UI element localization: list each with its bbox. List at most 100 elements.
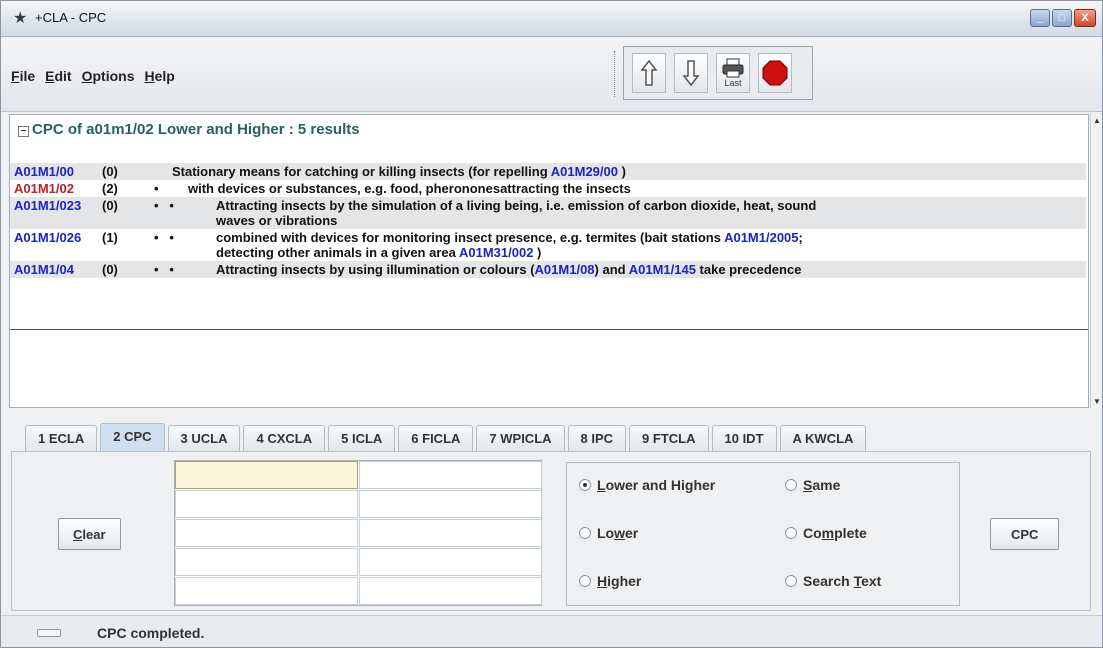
collapse-icon[interactable]: − xyxy=(18,126,29,137)
code-input-field[interactable] xyxy=(175,519,358,547)
description-text: detecting other animals in a given area xyxy=(216,245,459,260)
description-text: combined with devices for monitoring ins… xyxy=(216,230,725,245)
result-row: A01M1/02 (2) • with devices or substances, … xyxy=(10,180,1086,197)
tab-4-cxcla[interactable]: 4 CXCLA xyxy=(243,425,326,451)
result-count: (0) xyxy=(102,262,118,277)
description-text: ) xyxy=(617,164,626,179)
tab-2-cpc[interactable]: 2 CPC xyxy=(100,423,165,451)
window-title: +CLA - CPC xyxy=(35,10,107,25)
scroll-up-icon[interactable]: ▲ xyxy=(1093,116,1101,125)
reference-link[interactable]: A01M1/08 xyxy=(535,262,595,277)
code-input-field[interactable] xyxy=(175,490,358,518)
clear-button[interactable]: Clear xyxy=(58,518,121,550)
description-text: ) and xyxy=(594,262,629,277)
option-mnemonic: w xyxy=(614,525,625,541)
code-input-field[interactable] xyxy=(359,461,542,489)
indent-dots: • xyxy=(154,181,159,196)
close-button[interactable]: X xyxy=(1074,9,1096,27)
tab-8-ipc[interactable]: 8 IPC xyxy=(567,425,627,451)
reference-link[interactable]: A01M29/00 xyxy=(551,164,618,179)
tab-a-kwcla[interactable]: A KWCLA xyxy=(779,425,867,451)
code-input-grid xyxy=(174,460,542,606)
down-button[interactable] xyxy=(674,53,708,93)
stop-button[interactable] xyxy=(758,53,792,93)
search-options: Lower and Higher Same Lower Complete Higher S… xyxy=(566,462,960,606)
description-line: detecting other animals in a given area … xyxy=(216,245,1086,260)
option-radio[interactable]: Complete xyxy=(785,525,867,541)
option-label-text: ext xyxy=(861,573,882,589)
code-input-field[interactable] xyxy=(359,519,542,547)
indent-dots: • • xyxy=(154,262,174,277)
radio-button[interactable] xyxy=(579,575,591,587)
option-label-text: plete xyxy=(834,525,867,541)
reference-link[interactable]: A01M1/145 xyxy=(629,262,696,277)
option-radio[interactable]: Same xyxy=(785,477,840,493)
results-scrollbar[interactable]: ▲ ▼ xyxy=(1090,114,1102,408)
cpc-button[interactable]: CPC xyxy=(990,518,1060,550)
menu-options-label: ptions xyxy=(92,68,135,84)
option-mnemonic: T xyxy=(853,573,862,589)
menu-help[interactable]: Help xyxy=(144,68,174,84)
option-radio[interactable]: Search Text xyxy=(785,573,881,589)
clear-label: lear xyxy=(82,526,106,542)
menu-edit[interactable]: Edit xyxy=(45,68,71,84)
tab-10-idt[interactable]: 10 IDT xyxy=(711,425,777,451)
tab-5-icla[interactable]: 5 ICLA xyxy=(328,425,396,451)
menu-options[interactable]: Options xyxy=(82,68,135,84)
tab-7-wpicla[interactable]: 7 WPICLA xyxy=(476,425,565,451)
option-radio[interactable]: Lower and Higher xyxy=(579,477,715,493)
tab-1-ecla[interactable]: 1 ECLA xyxy=(25,425,98,451)
description-line: waves or vibrations xyxy=(216,213,1086,228)
code-input-field[interactable] xyxy=(175,577,358,605)
classification-code-link[interactable]: A01M1/023 xyxy=(14,198,106,228)
tab-3-ucla[interactable]: 3 UCLA xyxy=(167,425,241,451)
code-input-field[interactable] xyxy=(359,548,542,576)
up-button[interactable] xyxy=(632,53,666,93)
reference-link[interactable]: A01M31/002 xyxy=(459,245,533,260)
results-header: − CPC of a01m1/02 Lower and Higher : 5 re… xyxy=(18,121,360,138)
last-button[interactable]: Last xyxy=(716,53,750,93)
description-text: Attracting insects by the simulation of … xyxy=(216,198,817,213)
radio-button[interactable] xyxy=(785,479,797,491)
description-text: ; xyxy=(798,230,803,245)
option-radio[interactable]: Lower xyxy=(579,525,638,541)
up-arrow-icon xyxy=(640,59,658,86)
radio-button[interactable] xyxy=(579,527,591,539)
radio-button[interactable] xyxy=(785,527,797,539)
radio-button[interactable] xyxy=(579,479,591,491)
tab-9-ftcla[interactable]: 9 FTCLA xyxy=(629,425,709,451)
description-text: take precedence xyxy=(695,262,802,277)
minimize-button[interactable]: _ xyxy=(1030,9,1050,27)
option-label: Complete xyxy=(803,525,867,541)
code-input-field[interactable] xyxy=(359,490,542,518)
result-description: with devices or substances, e.g. food, p… xyxy=(188,181,1086,196)
menu-file-label: ile xyxy=(19,68,36,84)
description-text: Attracting insects by using illumination… xyxy=(216,262,535,277)
results-pane: − CPC of a01m1/02 Lower and Higher : 5 re… xyxy=(9,114,1089,408)
tab-strip: 1 ECLA 2 CPC 3 UCLA 4 CXCLA 5 ICLA 6 FICLA 7 W… xyxy=(25,423,869,451)
scroll-down-icon[interactable]: ▼ xyxy=(1093,397,1101,406)
radio-button[interactable] xyxy=(785,575,797,587)
option-radio[interactable]: Higher xyxy=(579,573,641,589)
last-label: Last xyxy=(724,78,742,88)
code-input-field[interactable] xyxy=(175,461,358,489)
menu-file[interactable]: File xyxy=(11,68,35,84)
result-count: (0) xyxy=(102,198,118,213)
clear-mnemonic: C xyxy=(73,526,83,542)
maximize-button[interactable]: □ xyxy=(1052,9,1072,27)
code-input-field[interactable] xyxy=(359,577,542,605)
code-input-field[interactable] xyxy=(175,548,358,576)
classification-code-link[interactable]: A01M1/02 xyxy=(14,181,106,196)
reference-link[interactable]: A01M1/2005 xyxy=(724,230,798,245)
classification-code-link[interactable]: A01M1/00 xyxy=(14,164,106,179)
title-bar[interactable]: ★ +CLA - CPC _ □ X xyxy=(1,1,1102,37)
option-label-text: igher xyxy=(607,573,642,589)
indent-dots: • • xyxy=(154,198,174,213)
result-description: combined with devices for monitoring ins… xyxy=(216,230,1086,260)
toolbar: Last xyxy=(614,46,813,100)
window-controls: _ □ X xyxy=(1030,9,1096,27)
classification-code-link[interactable]: A01M1/026 xyxy=(14,230,106,260)
classification-code-link[interactable]: A01M1/04 xyxy=(14,262,106,277)
option-mnemonic: S xyxy=(803,477,813,493)
tab-6-ficla[interactable]: 6 FICLA xyxy=(398,425,474,451)
